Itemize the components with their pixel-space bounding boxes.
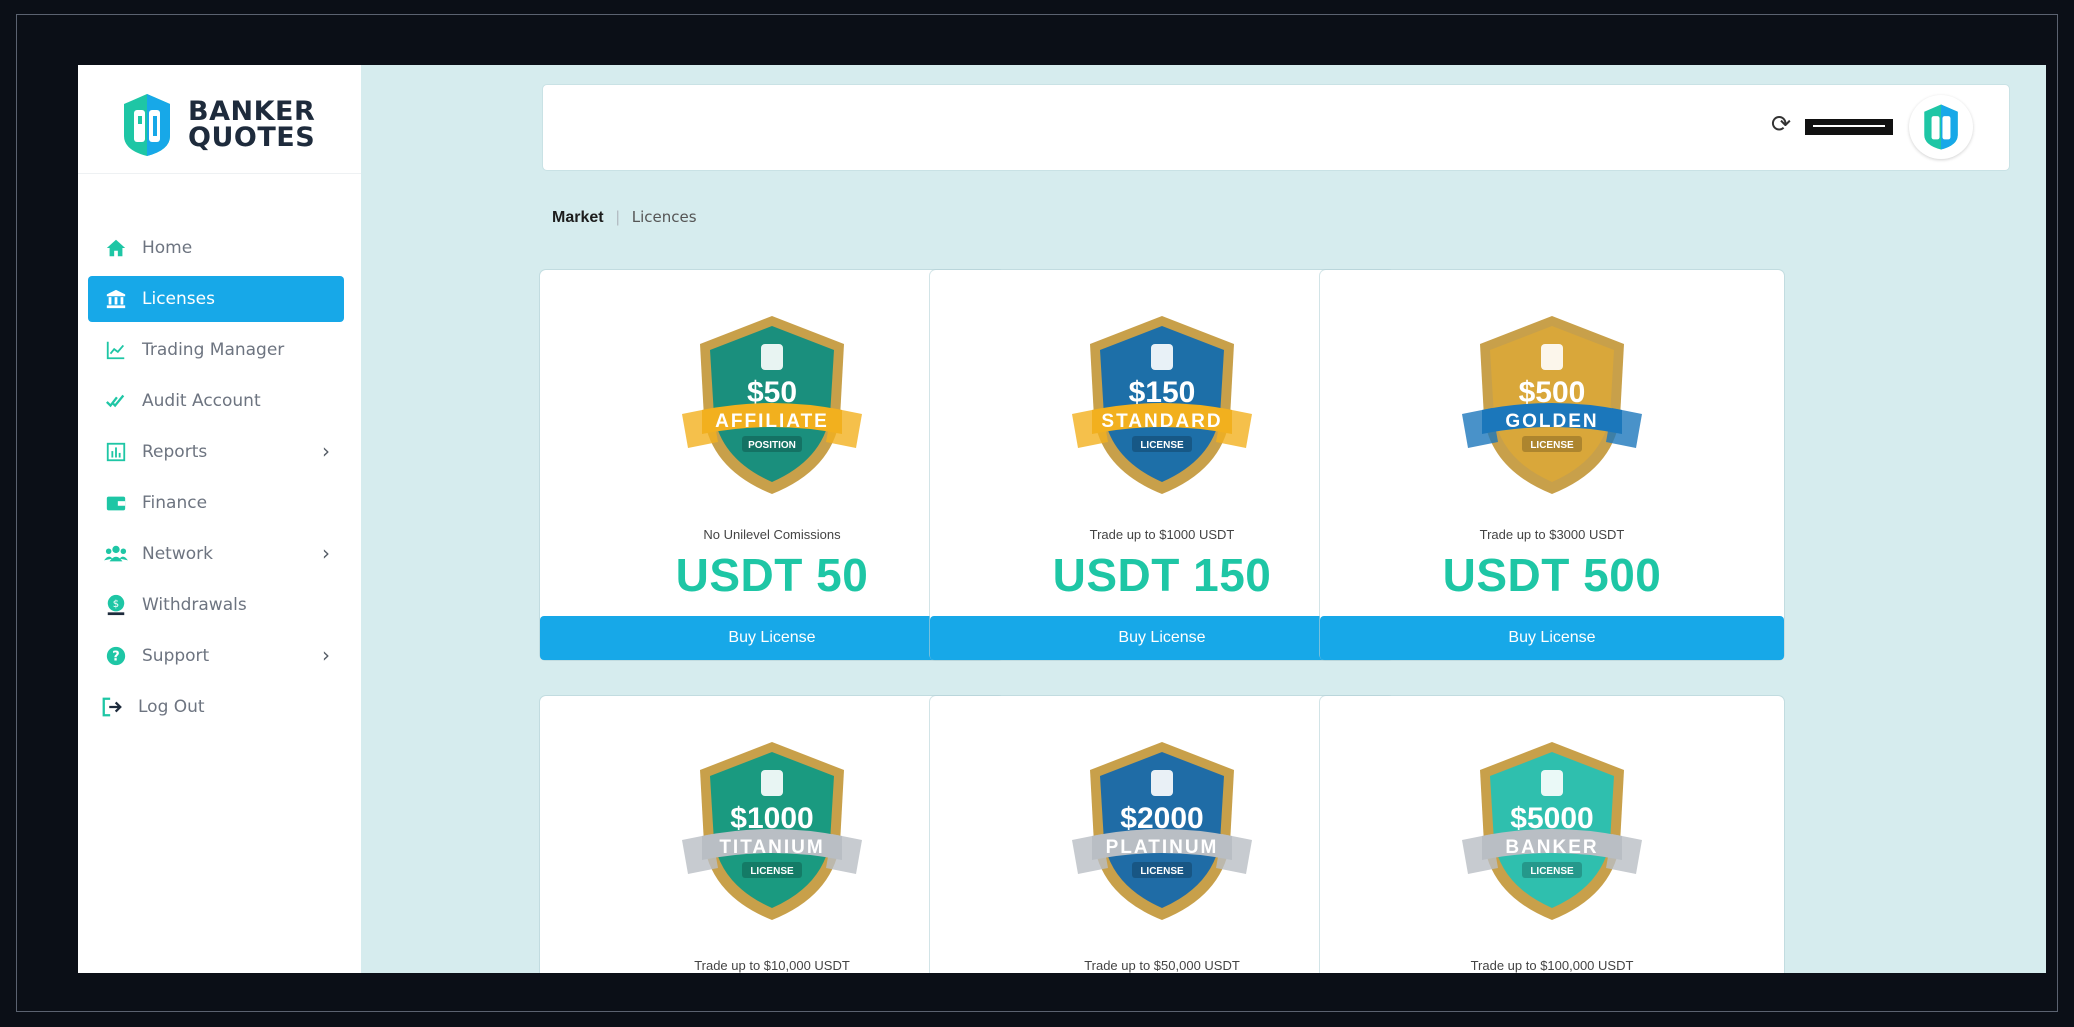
breadcrumb-separator: | [615, 209, 620, 226]
help-icon: ? [104, 644, 128, 668]
sidebar-item-reports[interactable]: Reports › [88, 429, 344, 475]
sidebar-item-label: Licenses [142, 289, 215, 309]
sidebar-item-label: Finance [142, 493, 208, 513]
sidebar-item-label: Trading Manager [142, 340, 285, 360]
username-redacted[interactable] [1805, 119, 1893, 135]
sidebar-item-label: Reports [142, 442, 208, 462]
badge-sub-text: LICENSE [1530, 440, 1574, 451]
svg-text:?: ? [112, 650, 119, 665]
license-description: Trade up to $100,000 USDT [1470, 958, 1634, 973]
avatar-logo-icon [1924, 104, 1958, 150]
breadcrumb: Market | Licences [552, 208, 697, 227]
bank-icon [104, 287, 128, 311]
badge-sub-text: LICENSE [1140, 440, 1184, 451]
badge-ribbon-text: STANDARD [1101, 411, 1222, 432]
bar-chart-icon [104, 440, 128, 464]
chart-line-icon [104, 338, 128, 362]
license-badge-icon: $500GOLDENLICENSE [1462, 316, 1642, 494]
app-window: BANKER QUOTES Home Licenses Trading Manage… [78, 65, 2046, 973]
top-header: ⟳ [542, 84, 2010, 171]
sidebar-item-support[interactable]: ? Support › [88, 633, 344, 679]
license-badge-icon: $150STANDARDLICENSE [1072, 316, 1252, 494]
chevron-right-icon: › [322, 643, 330, 667]
svg-text:$: $ [113, 599, 119, 610]
bq-logo-icon [124, 94, 170, 156]
sidebar-item-trading-manager[interactable]: Trading Manager [88, 327, 344, 373]
sidebar-item-label: Log Out [138, 697, 205, 717]
sidebar-item-label: Withdrawals [142, 595, 247, 615]
sidebar-item-label: Audit Account [142, 391, 261, 411]
license-price: USDT 500 [1442, 549, 1662, 601]
sidebar: BANKER QUOTES Home Licenses Trading Manage… [78, 65, 361, 973]
badge-sub-text: POSITION [748, 440, 796, 451]
badge-sub-text: LICENSE [1530, 866, 1574, 877]
brand-logo[interactable]: BANKER QUOTES [120, 87, 320, 163]
sidebar-nav: Home Licenses Trading Manager Audit Account… [88, 225, 344, 735]
sidebar-item-log-out[interactable]: Log Out [88, 684, 344, 730]
license-card: $5000 BANKER LICENSE Trade up to $100,000 U… [1320, 696, 1784, 973]
sidebar-item-withdrawals[interactable]: $ Withdrawals [88, 582, 344, 628]
sidebar-divider [78, 173, 361, 174]
breadcrumb-licences: Licences [631, 208, 697, 226]
sidebar-item-audit-account[interactable]: Audit Account [88, 378, 344, 424]
chevron-right-icon: › [322, 541, 330, 565]
badge-sub-text: LICENSE [750, 866, 794, 877]
license-badge-icon: $5000BANKERLICENSE [1462, 742, 1642, 920]
license-badge-icon: $50AFFILIATEPOSITION [682, 316, 862, 494]
license-card: $500 GOLDEN LICENSE Trade up to $3000 USDT U… [1320, 270, 1784, 660]
sidebar-item-licenses[interactable]: Licenses [88, 276, 344, 322]
badge-sub-text: LICENSE [1140, 866, 1184, 877]
badge-ribbon-text: GOLDEN [1505, 411, 1598, 432]
home-icon [104, 236, 128, 260]
redaction-line [1813, 125, 1885, 127]
sidebar-item-home[interactable]: Home [88, 225, 344, 271]
badge-ribbon-text: TITANIUM [719, 837, 824, 858]
brand-name: BANKER QUOTES [188, 98, 316, 153]
brand-line2: QUOTES [188, 122, 316, 153]
sidebar-item-label: Support [142, 646, 210, 666]
logout-icon [100, 695, 124, 719]
sidebar-item-finance[interactable]: Finance [88, 480, 344, 526]
users-icon [104, 542, 128, 566]
sidebar-item-label: Network [142, 544, 213, 564]
badge-ribbon-text: AFFILIATE [715, 411, 829, 432]
license-badge-icon: $1000TITANIUMLICENSE [682, 742, 862, 920]
breadcrumb-market[interactable]: Market [552, 209, 604, 226]
chevron-right-icon: › [322, 439, 330, 463]
buy-license-button[interactable]: Buy License [1320, 616, 1784, 660]
badge-ribbon-text: BANKER [1505, 837, 1598, 858]
refresh-icon[interactable]: ⟳ [1771, 112, 1797, 138]
coin-user-icon: $ [104, 593, 128, 617]
user-avatar[interactable] [1909, 95, 1973, 159]
badge-ribbon-text: PLATINUM [1106, 837, 1219, 858]
license-description: Trade up to $3000 USDT [1479, 527, 1625, 542]
license-badge-icon: $2000PLATINUMLICENSE [1072, 742, 1252, 920]
sidebar-item-label: Home [142, 238, 193, 258]
sidebar-item-network[interactable]: Network › [88, 531, 344, 577]
double-check-icon [104, 389, 128, 413]
wallet-icon [104, 491, 128, 515]
